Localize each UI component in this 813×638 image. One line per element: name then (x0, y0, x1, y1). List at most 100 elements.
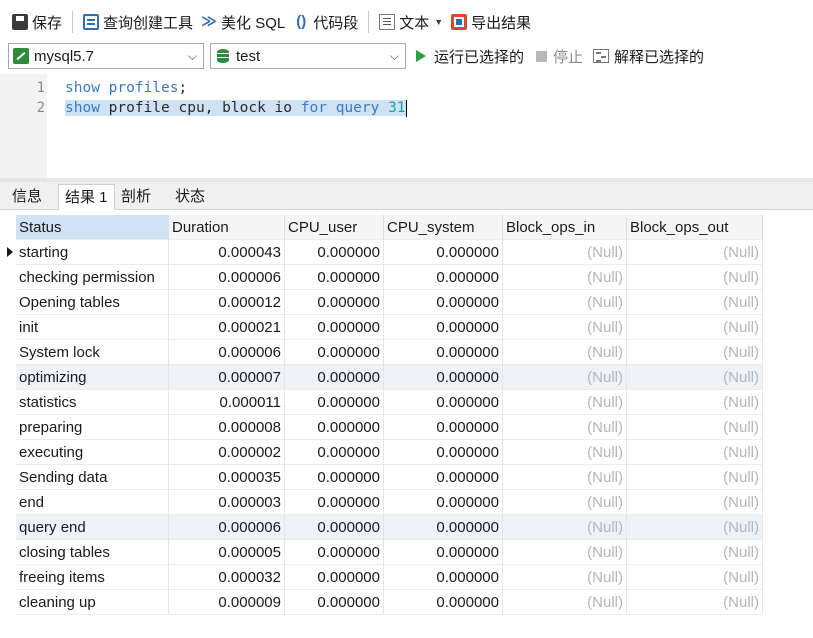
table-row[interactable]: starting 0.000043 0.000000 0.000000 (Null) (N… (7, 240, 763, 265)
grid-cell-block-ops-in[interactable]: (Null) (503, 490, 627, 515)
grid-cell-cpu-system[interactable]: 0.000000 (384, 265, 503, 290)
grid-cell-status[interactable]: end (16, 490, 169, 515)
query-builder-button[interactable]: 查询创建工具 (79, 8, 197, 36)
grid-cell-cpu-user[interactable]: 0.000000 (285, 340, 384, 365)
grid-cell-status[interactable]: statistics (16, 390, 169, 415)
grid-cell-cpu-system[interactable]: 0.000000 (384, 465, 503, 490)
sql-editor[interactable]: 1 2 show profiles; show profile cpu, blo… (0, 74, 813, 178)
table-row[interactable]: cleaning up 0.000009 0.000000 0.000000 (Null… (16, 590, 763, 615)
grid-cell-duration[interactable]: 0.000002 (169, 440, 285, 465)
grid-cell-duration[interactable]: 0.000003 (169, 490, 285, 515)
grid-cell-status[interactable]: Opening tables (16, 290, 169, 315)
grid-cell-duration[interactable]: 0.000007 (169, 365, 285, 390)
grid-cell-status[interactable]: Sending data (16, 465, 169, 490)
grid-cell-block-ops-in[interactable]: (Null) (503, 415, 627, 440)
column-header-duration[interactable]: Duration (169, 215, 285, 240)
grid-cell-status[interactable]: init (16, 315, 169, 340)
grid-cell-block-ops-in[interactable]: (Null) (503, 440, 627, 465)
grid-cell-status[interactable]: query end (16, 515, 169, 540)
grid-cell-block-ops-out[interactable]: (Null) (627, 340, 763, 365)
grid-cell-status[interactable]: starting (16, 240, 169, 265)
grid-cell-cpu-system[interactable]: 0.000000 (384, 515, 503, 540)
grid-cell-cpu-system[interactable]: 0.000000 (384, 340, 503, 365)
grid-cell-block-ops-out[interactable]: (Null) (627, 265, 763, 290)
table-row[interactable]: statistics 0.000011 0.000000 0.000000 (Null)… (16, 390, 763, 415)
tab-status[interactable]: 状态 (169, 184, 211, 210)
grid-cell-status[interactable]: checking permission (16, 265, 169, 290)
grid-cell-block-ops-in[interactable]: (Null) (503, 265, 627, 290)
grid-cell-block-ops-out[interactable]: (Null) (627, 590, 763, 615)
column-header-cpu-user[interactable]: CPU_user (285, 215, 384, 240)
tab-info[interactable]: 信息 (6, 184, 48, 210)
connection-select[interactable]: mysql5.7 ⌵ (8, 43, 204, 69)
grid-cell-status[interactable]: System lock (16, 340, 169, 365)
table-row[interactable]: closing tables 0.000005 0.000000 0.000000 (N… (16, 540, 763, 565)
grid-cell-cpu-user[interactable]: 0.000000 (285, 315, 384, 340)
stop-button[interactable]: 停止 (536, 46, 583, 67)
grid-cell-block-ops-out[interactable]: (Null) (627, 415, 763, 440)
grid-cell-cpu-user[interactable]: 0.000000 (285, 465, 384, 490)
column-header-cpu-system[interactable]: CPU_system (384, 215, 503, 240)
table-row[interactable]: preparing 0.000008 0.000000 0.000000 (Null)(… (16, 415, 763, 440)
grid-cell-cpu-user[interactable]: 0.000000 (285, 515, 384, 540)
table-row[interactable]: end 0.000003 0.000000 0.000000 (Null) (Null) (16, 490, 763, 515)
grid-cell-block-ops-out[interactable]: (Null) (627, 465, 763, 490)
column-header-block-ops-in[interactable]: Block_ops_in (503, 215, 627, 240)
explain-selected-button[interactable]: 解释已选择的 (593, 46, 704, 67)
table-row[interactable]: System lock 0.000006 0.000000 0.000000 (Null… (16, 340, 763, 365)
grid-cell-status[interactable]: cleaning up (16, 590, 169, 615)
grid-cell-duration[interactable]: 0.000008 (169, 415, 285, 440)
grid-cell-duration[interactable]: 0.000021 (169, 315, 285, 340)
grid-cell-duration[interactable]: 0.000006 (169, 340, 285, 365)
grid-cell-cpu-system[interactable]: 0.000000 (384, 415, 503, 440)
save-button[interactable]: 保存 (8, 8, 66, 36)
grid-cell-block-ops-out[interactable]: (Null) (627, 565, 763, 590)
export-results-button[interactable]: 导出结果 (447, 8, 535, 36)
grid-cell-block-ops-in[interactable]: (Null) (503, 590, 627, 615)
grid-cell-block-ops-in[interactable]: (Null) (503, 365, 627, 390)
grid-cell-cpu-system[interactable]: 0.000000 (384, 390, 503, 415)
grid-cell-duration[interactable]: 0.000006 (169, 515, 285, 540)
grid-cell-cpu-user[interactable]: 0.000000 (285, 240, 384, 265)
table-row[interactable]: Sending data 0.000035 0.000000 0.000000 (Nul… (16, 465, 763, 490)
grid-cell-status[interactable]: optimizing (16, 365, 169, 390)
table-row[interactable]: optimizing 0.000007 0.000000 0.000000 (Null)… (16, 365, 763, 390)
grid-cell-cpu-user[interactable]: 0.000000 (285, 565, 384, 590)
grid-cell-cpu-user[interactable]: 0.000000 (285, 365, 384, 390)
grid-cell-cpu-user[interactable]: 0.000000 (285, 415, 384, 440)
grid-cell-cpu-user[interactable]: 0.000000 (285, 590, 384, 615)
grid-cell-cpu-user[interactable]: 0.000000 (285, 440, 384, 465)
grid-cell-block-ops-in[interactable]: (Null) (503, 540, 627, 565)
grid-cell-status[interactable]: preparing (16, 415, 169, 440)
column-header-block-ops-out[interactable]: Block_ops_out (627, 215, 763, 240)
grid-cell-duration[interactable]: 0.000043 (169, 240, 285, 265)
grid-cell-block-ops-in[interactable]: (Null) (503, 390, 627, 415)
text-button[interactable]: 文本 ▼ (375, 8, 447, 36)
grid-cell-duration[interactable]: 0.000035 (169, 465, 285, 490)
beautify-sql-button[interactable]: ≫ 美化 SQL (197, 8, 289, 36)
grid-cell-duration[interactable]: 0.000032 (169, 565, 285, 590)
table-row[interactable]: checking permission 0.000006 0.000000 0.000… (16, 265, 763, 290)
grid-cell-block-ops-in[interactable]: (Null) (503, 290, 627, 315)
grid-cell-cpu-system[interactable]: 0.000000 (384, 490, 503, 515)
grid-cell-cpu-user[interactable]: 0.000000 (285, 540, 384, 565)
grid-cell-block-ops-out[interactable]: (Null) (627, 440, 763, 465)
grid-cell-cpu-user[interactable]: 0.000000 (285, 265, 384, 290)
snippet-button[interactable]: () 代码段 (289, 8, 362, 36)
grid-cell-block-ops-out[interactable]: (Null) (627, 365, 763, 390)
database-select[interactable]: test ⌵ (210, 43, 406, 69)
grid-cell-cpu-system[interactable]: 0.000000 (384, 365, 503, 390)
tab-profile[interactable]: 剖析 (115, 184, 157, 210)
grid-cell-cpu-system[interactable]: 0.000000 (384, 240, 503, 265)
table-row[interactable]: Opening tables 0.000012 0.000000 0.000000 (N… (16, 290, 763, 315)
grid-cell-cpu-system[interactable]: 0.000000 (384, 315, 503, 340)
grid-cell-cpu-system[interactable]: 0.000000 (384, 590, 503, 615)
grid-cell-cpu-system[interactable]: 0.000000 (384, 540, 503, 565)
grid-cell-block-ops-out[interactable]: (Null) (627, 515, 763, 540)
table-row[interactable]: query end 0.000006 0.000000 0.000000 (Null)(… (16, 515, 763, 540)
run-selected-button[interactable]: 运行已选择的 (416, 46, 524, 67)
grid-cell-block-ops-in[interactable]: (Null) (503, 240, 627, 265)
table-row[interactable]: freeing items 0.000032 0.000000 0.000000 (Nu… (16, 565, 763, 590)
grid-cell-duration[interactable]: 0.000011 (169, 390, 285, 415)
grid-cell-block-ops-out[interactable]: (Null) (627, 290, 763, 315)
